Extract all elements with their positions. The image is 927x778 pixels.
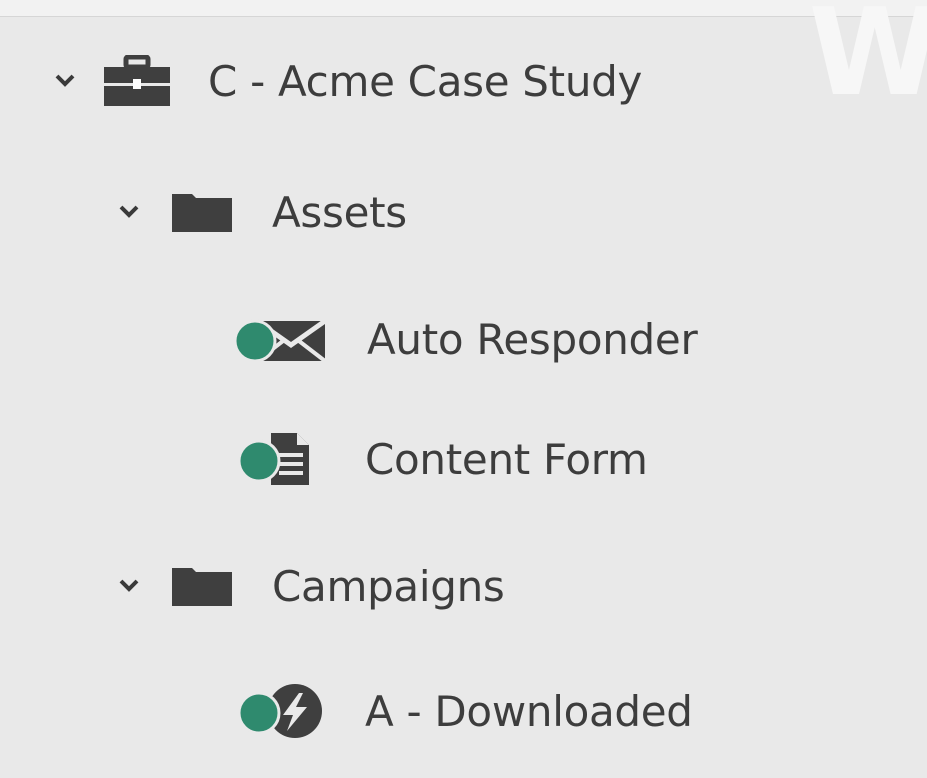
- form-icon: [233, 431, 327, 487]
- folder-icon: [170, 564, 234, 608]
- tree-panel: W C - Acme Case Study Assets Auto Respon…: [0, 0, 927, 778]
- tree-item-a-downloaded[interactable]: A - Downloaded: [233, 666, 693, 756]
- chevron-down-icon[interactable]: [54, 70, 76, 92]
- tree-node-label: Campaigns: [272, 561, 505, 611]
- chevron-down-icon[interactable]: [118, 575, 140, 597]
- tree-item-auto-responder[interactable]: Auto Responder: [233, 294, 698, 384]
- tree-item-content-form[interactable]: Content Form: [233, 414, 648, 504]
- tree-node-root[interactable]: C - Acme Case Study: [54, 36, 642, 126]
- email-icon: [233, 313, 327, 365]
- folder-icon: [170, 190, 234, 234]
- chevron-down-icon[interactable]: [118, 201, 140, 223]
- tree-node-label: Auto Responder: [367, 314, 698, 364]
- tree-node-label: A - Downloaded: [365, 686, 693, 736]
- trigger-campaign-icon: [233, 683, 327, 739]
- tree-folder-assets[interactable]: Assets: [118, 167, 407, 257]
- tree-node-label: Assets: [272, 187, 407, 237]
- tree-node-label: Content Form: [365, 434, 648, 484]
- tree-folder-campaigns[interactable]: Campaigns: [118, 541, 505, 631]
- tree-node-label: C - Acme Case Study: [208, 56, 643, 106]
- top-edge: [0, 0, 927, 17]
- briefcase-icon: [102, 55, 172, 107]
- watermark: W: [808, 0, 927, 123]
